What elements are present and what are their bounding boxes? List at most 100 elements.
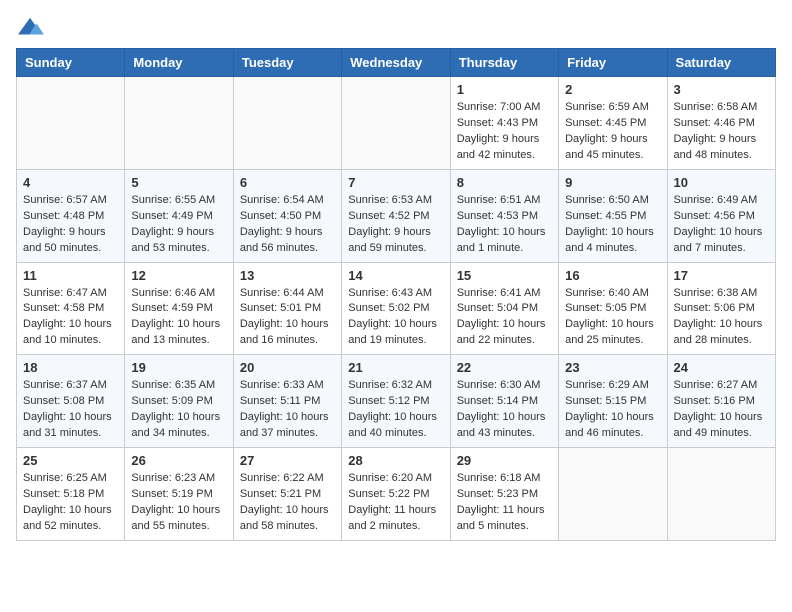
- day-info: Sunrise: 6:22 AM Sunset: 5:21 PM Dayligh…: [240, 471, 335, 535]
- column-header-saturday: Saturday: [667, 49, 775, 77]
- day-number: 10: [674, 175, 769, 190]
- calendar-cell: [342, 77, 450, 170]
- calendar-cell: 18 Sunrise: 6:37 AM Sunset: 5:08 PM Dayli…: [17, 355, 125, 448]
- day-number: 11: [23, 268, 118, 283]
- calendar-cell: 11 Sunrise: 6:47 AM Sunset: 4:58 PM Dayli…: [17, 262, 125, 355]
- day-number: 12: [131, 268, 226, 283]
- calendar-week-row: 18 Sunrise: 6:37 AM Sunset: 5:08 PM Dayli…: [17, 355, 776, 448]
- day-number: 3: [674, 82, 769, 97]
- column-header-tuesday: Tuesday: [233, 49, 341, 77]
- day-number: 29: [457, 453, 552, 468]
- calendar-cell: 16 Sunrise: 6:40 AM Sunset: 5:05 PM Dayli…: [559, 262, 667, 355]
- day-number: 14: [348, 268, 443, 283]
- day-info: Sunrise: 6:50 AM Sunset: 4:55 PM Dayligh…: [565, 193, 660, 257]
- column-header-friday: Friday: [559, 49, 667, 77]
- calendar-week-row: 25 Sunrise: 6:25 AM Sunset: 5:18 PM Dayli…: [17, 448, 776, 541]
- column-header-monday: Monday: [125, 49, 233, 77]
- day-number: 9: [565, 175, 660, 190]
- day-info: Sunrise: 6:44 AM Sunset: 5:01 PM Dayligh…: [240, 286, 335, 350]
- day-info: Sunrise: 6:35 AM Sunset: 5:09 PM Dayligh…: [131, 378, 226, 442]
- calendar-cell: 14Sunrise: 6:43 AM Sunset: 5:02 PM Dayli…: [342, 262, 450, 355]
- day-number: 22: [457, 360, 552, 375]
- day-number: 17: [674, 268, 769, 283]
- calendar-cell: 1 Sunrise: 7:00 AM Sunset: 4:43 PM Daylig…: [450, 77, 558, 170]
- calendar-cell: 8 Sunrise: 6:51 AM Sunset: 4:53 PM Daylig…: [450, 169, 558, 262]
- day-info: Sunrise: 6:49 AM Sunset: 4:56 PM Dayligh…: [674, 193, 769, 257]
- calendar-table: SundayMondayTuesdayWednesdayThursdayFrid…: [16, 48, 776, 541]
- calendar-week-row: 4 Sunrise: 6:57 AM Sunset: 4:48 PM Daylig…: [17, 169, 776, 262]
- column-header-sunday: Sunday: [17, 49, 125, 77]
- day-info: Sunrise: 6:30 AM Sunset: 5:14 PM Dayligh…: [457, 378, 552, 442]
- calendar-cell: 10 Sunrise: 6:49 AM Sunset: 4:56 PM Dayli…: [667, 169, 775, 262]
- day-info: Sunrise: 6:38 AM Sunset: 5:06 PM Dayligh…: [674, 286, 769, 350]
- calendar-cell: 23 Sunrise: 6:29 AM Sunset: 5:15 PM Dayli…: [559, 355, 667, 448]
- calendar-week-row: 11 Sunrise: 6:47 AM Sunset: 4:58 PM Dayli…: [17, 262, 776, 355]
- page-header: [16, 16, 776, 40]
- day-info: Sunrise: 6:25 AM Sunset: 5:18 PM Dayligh…: [23, 471, 118, 535]
- day-info: Sunrise: 6:57 AM Sunset: 4:48 PM Dayligh…: [23, 193, 118, 257]
- calendar-cell: [233, 77, 341, 170]
- day-info: Sunrise: 6:18 AM Sunset: 5:23 PM Dayligh…: [457, 471, 552, 535]
- calendar-cell: 24Sunrise: 6:27 AM Sunset: 5:16 PM Dayli…: [667, 355, 775, 448]
- day-info: Sunrise: 6:40 AM Sunset: 5:05 PM Dayligh…: [565, 286, 660, 350]
- day-info: Sunrise: 6:53 AM Sunset: 4:52 PM Dayligh…: [348, 193, 443, 257]
- day-number: 27: [240, 453, 335, 468]
- calendar-cell: 15Sunrise: 6:41 AM Sunset: 5:04 PM Dayli…: [450, 262, 558, 355]
- day-number: 6: [240, 175, 335, 190]
- day-number: 16: [565, 268, 660, 283]
- calendar-cell: 5 Sunrise: 6:55 AM Sunset: 4:49 PM Daylig…: [125, 169, 233, 262]
- generalblue-logo-icon: [16, 16, 44, 40]
- calendar-cell: [17, 77, 125, 170]
- day-number: 19: [131, 360, 226, 375]
- day-number: 5: [131, 175, 226, 190]
- calendar-cell: 4 Sunrise: 6:57 AM Sunset: 4:48 PM Daylig…: [17, 169, 125, 262]
- day-info: Sunrise: 6:59 AM Sunset: 4:45 PM Dayligh…: [565, 100, 660, 164]
- day-info: Sunrise: 6:20 AM Sunset: 5:22 PM Dayligh…: [348, 471, 443, 535]
- day-number: 26: [131, 453, 226, 468]
- calendar-cell: 22 Sunrise: 6:30 AM Sunset: 5:14 PM Dayli…: [450, 355, 558, 448]
- day-number: 2: [565, 82, 660, 97]
- calendar-cell: 28 Sunrise: 6:20 AM Sunset: 5:22 PM Dayli…: [342, 448, 450, 541]
- calendar-cell: 12Sunrise: 6:46 AM Sunset: 4:59 PM Dayli…: [125, 262, 233, 355]
- day-info: Sunrise: 6:29 AM Sunset: 5:15 PM Dayligh…: [565, 378, 660, 442]
- day-number: 25: [23, 453, 118, 468]
- calendar-cell: 7Sunrise: 6:53 AM Sunset: 4:52 PM Daylig…: [342, 169, 450, 262]
- day-info: Sunrise: 6:23 AM Sunset: 5:19 PM Dayligh…: [131, 471, 226, 535]
- day-number: 28: [348, 453, 443, 468]
- day-number: 20: [240, 360, 335, 375]
- column-header-thursday: Thursday: [450, 49, 558, 77]
- day-number: 18: [23, 360, 118, 375]
- calendar-cell: 3 Sunrise: 6:58 AM Sunset: 4:46 PM Daylig…: [667, 77, 775, 170]
- calendar-header-row: SundayMondayTuesdayWednesdayThursdayFrid…: [17, 49, 776, 77]
- day-info: Sunrise: 6:54 AM Sunset: 4:50 PM Dayligh…: [240, 193, 335, 257]
- logo: [16, 16, 48, 40]
- day-info: Sunrise: 6:58 AM Sunset: 4:46 PM Dayligh…: [674, 100, 769, 164]
- calendar-week-row: 1 Sunrise: 7:00 AM Sunset: 4:43 PM Daylig…: [17, 77, 776, 170]
- day-number: 4: [23, 175, 118, 190]
- day-number: 15: [457, 268, 552, 283]
- calendar-cell: 19 Sunrise: 6:35 AM Sunset: 5:09 PM Dayli…: [125, 355, 233, 448]
- day-info: Sunrise: 7:00 AM Sunset: 4:43 PM Dayligh…: [457, 100, 552, 164]
- calendar-cell: 20 Sunrise: 6:33 AM Sunset: 5:11 PM Dayli…: [233, 355, 341, 448]
- calendar-cell: 17 Sunrise: 6:38 AM Sunset: 5:06 PM Dayli…: [667, 262, 775, 355]
- day-info: Sunrise: 6:33 AM Sunset: 5:11 PM Dayligh…: [240, 378, 335, 442]
- day-info: Sunrise: 6:37 AM Sunset: 5:08 PM Dayligh…: [23, 378, 118, 442]
- day-info: Sunrise: 6:32 AM Sunset: 5:12 PM Dayligh…: [348, 378, 443, 442]
- calendar-cell: [667, 448, 775, 541]
- calendar-cell: 21Sunrise: 6:32 AM Sunset: 5:12 PM Dayli…: [342, 355, 450, 448]
- calendar-cell: 9 Sunrise: 6:50 AM Sunset: 4:55 PM Daylig…: [559, 169, 667, 262]
- day-number: 13: [240, 268, 335, 283]
- calendar-cell: 2 Sunrise: 6:59 AM Sunset: 4:45 PM Daylig…: [559, 77, 667, 170]
- calendar-cell: 25 Sunrise: 6:25 AM Sunset: 5:18 PM Dayli…: [17, 448, 125, 541]
- day-info: Sunrise: 6:27 AM Sunset: 5:16 PM Dayligh…: [674, 378, 769, 442]
- column-header-wednesday: Wednesday: [342, 49, 450, 77]
- calendar-cell: 29 Sunrise: 6:18 AM Sunset: 5:23 PM Dayli…: [450, 448, 558, 541]
- day-number: 8: [457, 175, 552, 190]
- day-number: 1: [457, 82, 552, 97]
- calendar-cell: [125, 77, 233, 170]
- calendar-cell: 26 Sunrise: 6:23 AM Sunset: 5:19 PM Dayli…: [125, 448, 233, 541]
- day-info: Sunrise: 6:47 AM Sunset: 4:58 PM Dayligh…: [23, 286, 118, 350]
- day-number: 23: [565, 360, 660, 375]
- day-info: Sunrise: 6:55 AM Sunset: 4:49 PM Dayligh…: [131, 193, 226, 257]
- day-info: Sunrise: 6:51 AM Sunset: 4:53 PM Dayligh…: [457, 193, 552, 257]
